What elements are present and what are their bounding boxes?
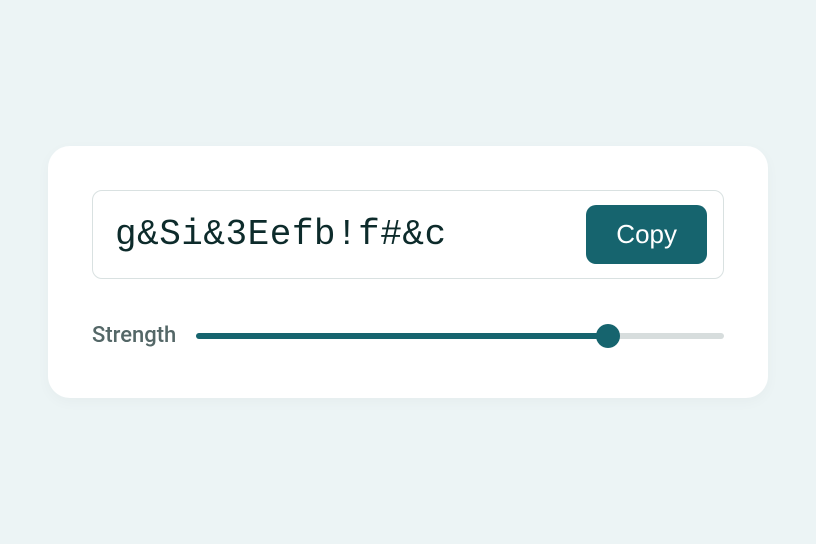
password-card: g&Si&3Eefb!f#&c Copy Strength xyxy=(48,146,768,398)
password-output: g&Si&3Eefb!f#&c xyxy=(115,214,568,255)
strength-label: Strength xyxy=(92,323,176,348)
strength-slider[interactable] xyxy=(196,324,724,348)
slider-thumb[interactable] xyxy=(596,324,620,348)
copy-button[interactable]: Copy xyxy=(586,205,707,264)
slider-fill xyxy=(196,333,608,339)
strength-row: Strength xyxy=(92,323,724,348)
password-field-row: g&Si&3Eefb!f#&c Copy xyxy=(92,190,724,279)
